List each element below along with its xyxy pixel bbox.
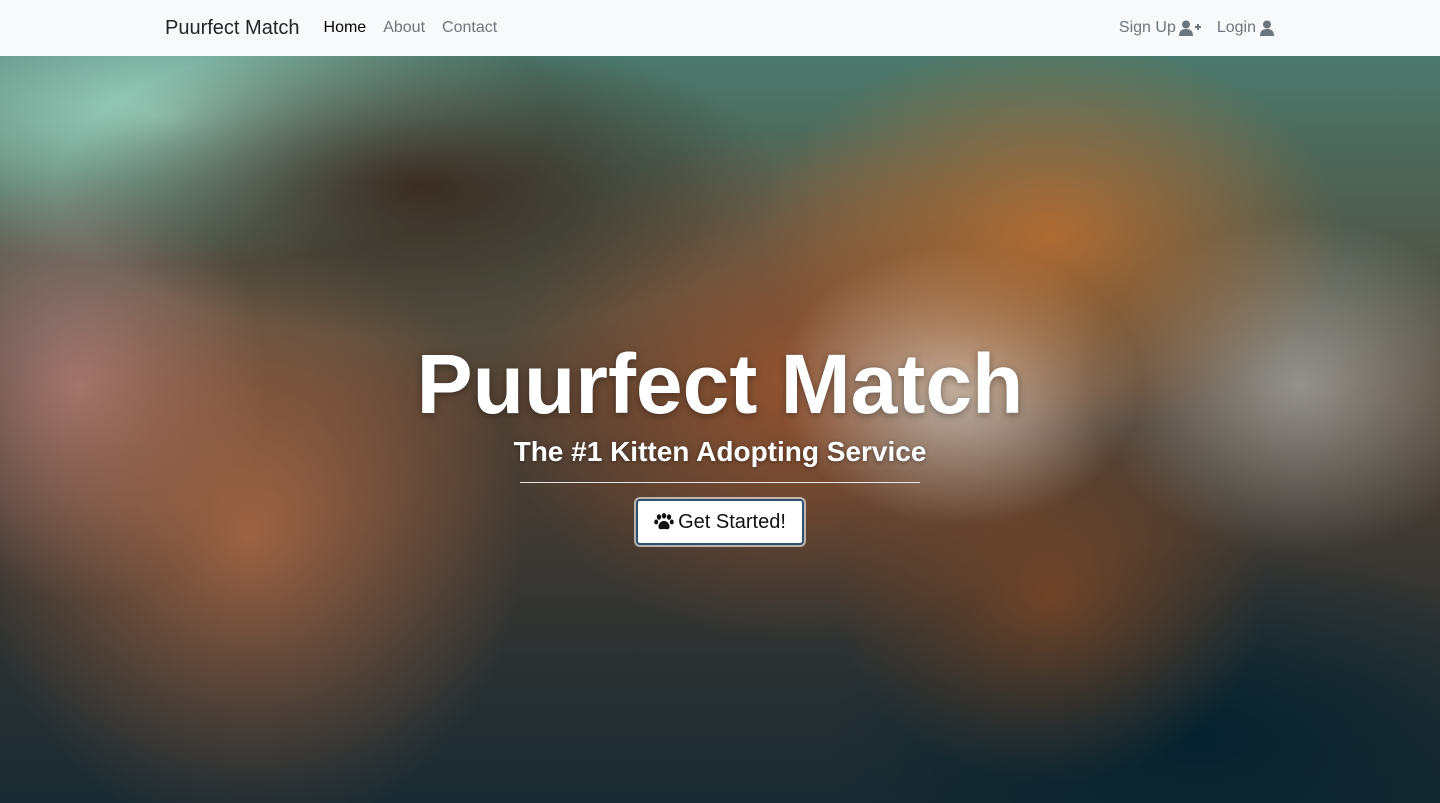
get-started-button[interactable]: Get Started! xyxy=(636,499,804,545)
nav-links: Home About Contact xyxy=(324,19,515,37)
user-plus-icon xyxy=(1178,20,1201,36)
navbar-left: Puurfect Match Home About Contact xyxy=(165,17,514,40)
hero-subtitle: The #1 Kitten Adopting Service xyxy=(513,436,927,467)
navbar-right: Sign Up Login xyxy=(1103,19,1275,37)
get-started-label: Get Started! xyxy=(678,510,786,533)
hero-section: Puurfect Match The #1 Kitten Adopting Se… xyxy=(0,56,1440,803)
login-label: Login xyxy=(1216,19,1256,36)
user-icon xyxy=(1260,20,1274,36)
hero-content: Puurfect Match The #1 Kitten Adopting Se… xyxy=(0,336,1440,545)
sign-up-link[interactable]: Sign Up xyxy=(1119,19,1201,37)
sign-up-label: Sign Up xyxy=(1118,19,1176,36)
hero-title: Puurfect Match xyxy=(416,337,1024,431)
navbar: Puurfect Match Home About Contact Sign U… xyxy=(0,0,1440,56)
navbar-inner: Puurfect Match Home About Contact Sign U… xyxy=(165,17,1275,40)
nav-link-about[interactable]: About xyxy=(383,19,425,37)
brand-link[interactable]: Puurfect Match xyxy=(165,17,300,40)
login-link[interactable]: Login xyxy=(1217,19,1275,37)
hero-divider xyxy=(520,482,920,483)
nav-link-home[interactable]: Home xyxy=(324,19,367,37)
paw-icon xyxy=(654,513,674,530)
nav-link-contact[interactable]: Contact xyxy=(442,19,497,37)
